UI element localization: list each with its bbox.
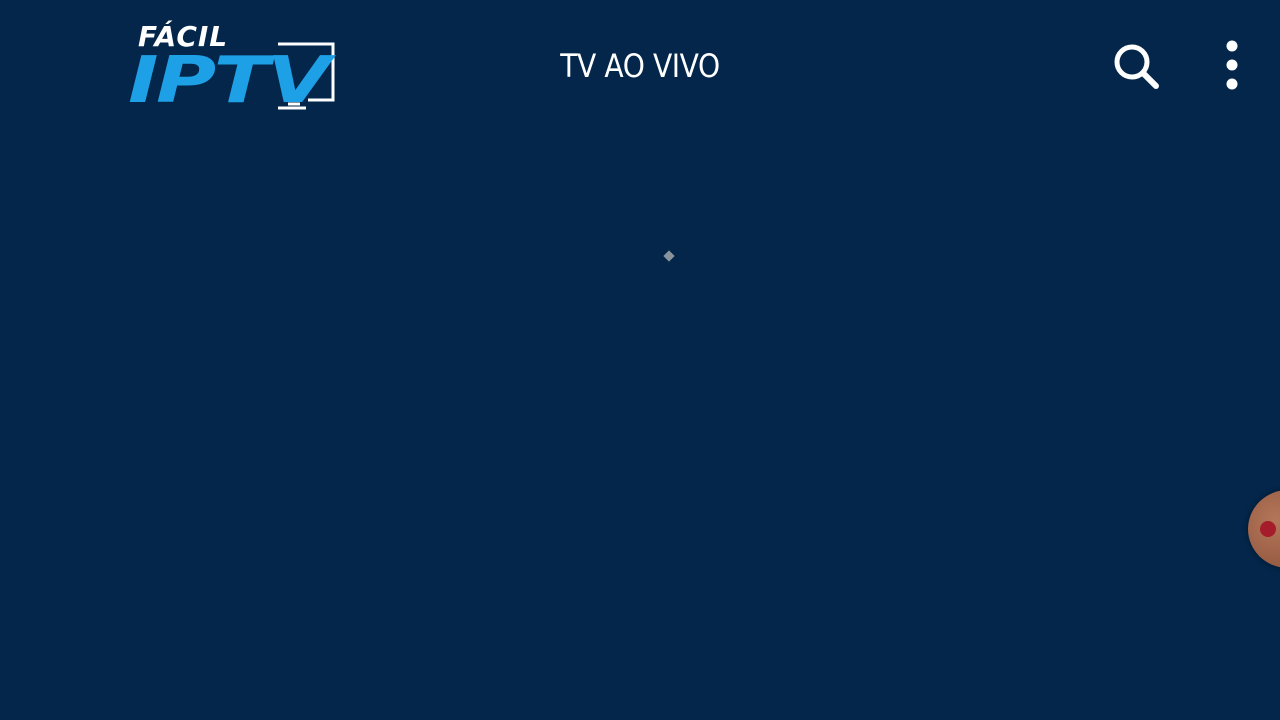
more-vertical-icon: [1226, 40, 1238, 90]
app-logo: FÁCIL IPTV: [128, 20, 338, 114]
loading-indicator: [663, 250, 675, 262]
app-root: FÁCIL IPTV TV AO VIVO: [0, 0, 1280, 720]
screen-recorder-bubble[interactable]: [1248, 490, 1280, 568]
search-button[interactable]: [1104, 34, 1168, 98]
screen-title: TV AO VIVO: [560, 47, 720, 85]
screen-record-icon: [1260, 521, 1276, 537]
top-app-bar: FÁCIL IPTV TV AO VIVO: [0, 0, 1280, 130]
svg-text:IPTV: IPTV: [128, 44, 336, 114]
search-icon: [1114, 44, 1159, 89]
overflow-menu-button[interactable]: [1208, 34, 1256, 98]
